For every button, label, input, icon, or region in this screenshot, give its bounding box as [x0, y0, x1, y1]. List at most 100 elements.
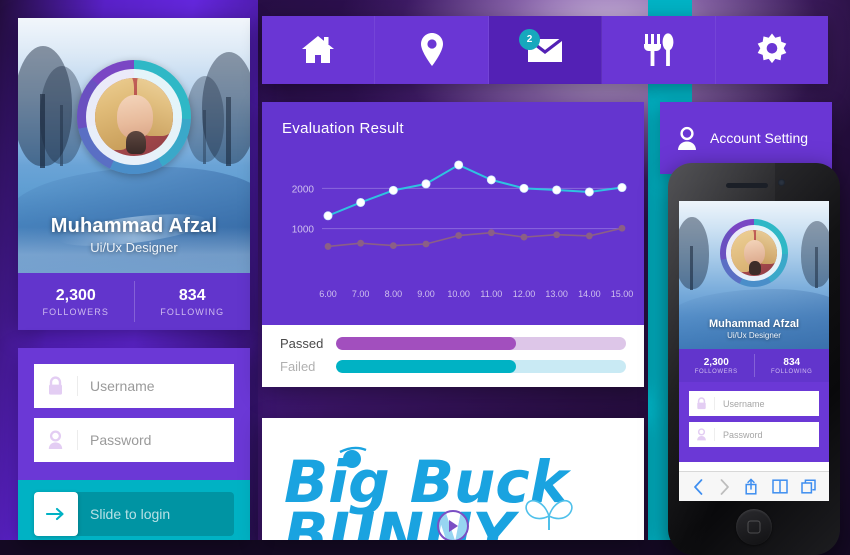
phone-safari-toolbar [679, 471, 829, 501]
username-row[interactable] [34, 364, 250, 408]
profile-role: Ui/Ux Designer [90, 240, 178, 255]
svg-text:14.00: 14.00 [578, 289, 601, 299]
phone-earpiece [726, 183, 768, 188]
phone-stat-followers: 2,300 FOLLOWERS [679, 349, 754, 382]
phone-username-row[interactable]: Username [689, 391, 819, 416]
share-icon[interactable] [744, 478, 758, 495]
nav-item-location[interactable] [375, 16, 489, 84]
phone-stat-followers-value: 2,300 [703, 356, 729, 368]
avatar[interactable] [77, 60, 191, 174]
cutlery-icon [644, 33, 674, 66]
location-pin-icon [420, 33, 443, 66]
phone-stat-following-value: 834 [783, 356, 801, 368]
svg-text:11.00: 11.00 [480, 289, 502, 299]
avatar-photo [95, 78, 173, 156]
svg-text:12.00: 12.00 [513, 289, 536, 299]
profile-card: Muhammad Afzal Ui/Ux Designer 2,300 FOLL… [18, 18, 250, 330]
svg-text:6.00: 6.00 [319, 289, 337, 299]
top-navigation-bar: 2 [262, 16, 829, 84]
phone-profile-role: Ui/Ux Designer [727, 331, 781, 340]
phone-screen: Muhammad Afzal Ui/Ux Designer 2,300 FOLL… [679, 201, 829, 501]
forward-chevron-icon [720, 478, 729, 495]
stat-following-label: FOLLOWING [160, 306, 225, 317]
decorative-tree [801, 221, 829, 289]
account-setting-title: Account Setting [710, 130, 809, 146]
lock-icon [34, 376, 78, 396]
passed-fill [336, 337, 516, 350]
stat-followers[interactable]: 2,300 FOLLOWERS [18, 273, 134, 330]
profile-cover-photo: Muhammad Afzal Ui/Ux Designer [18, 18, 250, 273]
play-button[interactable] [437, 510, 469, 540]
svg-text:8.00: 8.00 [385, 289, 403, 299]
profile-name: Muhammad Afzal [50, 215, 218, 237]
login-fields [18, 348, 250, 480]
svg-text:15.00: 15.00 [611, 289, 634, 299]
phone-home-square [747, 520, 761, 534]
phone-username-placeholder: Username [723, 398, 765, 409]
passed-label: Passed [280, 336, 324, 351]
stat-followers-value: 2,300 [55, 286, 96, 304]
user-icon [678, 126, 696, 150]
messages-badge: 2 [519, 29, 541, 50]
nav-item-settings[interactable] [715, 16, 829, 84]
bookmarks-icon[interactable] [772, 479, 788, 494]
profile-identity: Muhammad Afzal Ui/Ux Designer [18, 215, 250, 255]
stat-following-value: 834 [178, 286, 206, 304]
phone-profile-stats: 2,300 FOLLOWERS 834 FOLLOWING [679, 349, 829, 382]
avatar-microphone [126, 131, 147, 155]
arrow-right-icon [46, 507, 64, 521]
svg-text:2000: 2000 [292, 184, 315, 195]
play-icon [448, 520, 458, 532]
video-preview-card[interactable]: Big Buck BUNNY [262, 418, 644, 540]
svg-text:1000: 1000 [292, 225, 315, 236]
phone-mockup: Muhammad Afzal Ui/Ux Designer 2,300 FOLL… [668, 163, 840, 555]
phone-camera [778, 179, 785, 186]
phone-profile-name: Muhammad Afzal [708, 318, 800, 330]
svg-text:9.00: 9.00 [417, 289, 435, 299]
phone-password-row[interactable]: Password [689, 422, 819, 447]
progress-row-failed: Failed [280, 359, 626, 374]
decorative-tree [679, 217, 709, 291]
profile-stats: 2,300 FOLLOWERS 834 FOLLOWING [18, 273, 250, 330]
stat-followers-label: FOLLOWERS [42, 306, 109, 317]
phone-profile-identity: Muhammad Afzal Ui/Ux Designer [679, 318, 829, 340]
svg-text:10.00: 10.00 [447, 289, 470, 299]
pass-fail-bars: Passed Failed [262, 325, 644, 387]
svg-text:13.00: 13.00 [545, 289, 568, 299]
phone-login-fields: Username Password [679, 382, 829, 462]
phone-avatar-photo [731, 230, 777, 276]
chart-plot-area: Evaluation Result 1000 2000 6.00 7.00 8.00 9.… [262, 102, 644, 325]
progress-row-passed: Passed [280, 336, 626, 351]
evaluation-chart-card: Evaluation Result 1000 2000 6.00 7.00 8.00 9.… [262, 102, 644, 387]
nav-item-messages[interactable]: 2 [488, 16, 603, 84]
nav-item-food[interactable] [602, 16, 716, 84]
evaluation-line-chart: 1000 2000 6.00 7.00 8.00 9.00 10.00 11.00 12.00 1… [292, 160, 634, 299]
back-chevron-icon[interactable] [692, 478, 705, 495]
password-input[interactable] [78, 432, 250, 448]
decorative-tree [186, 76, 224, 164]
phone-stat-following: 834 FOLLOWING [755, 349, 830, 382]
butterfly-icon [525, 499, 573, 530]
home-icon [302, 36, 335, 63]
slide-to-login-area: Slide to login [18, 480, 250, 540]
tabs-icon[interactable] [801, 479, 816, 494]
failed-fill [336, 360, 516, 373]
failed-track [336, 360, 626, 373]
username-input[interactable] [78, 378, 250, 394]
lock-icon [689, 397, 715, 410]
phone-profile-cover: Muhammad Afzal Ui/Ux Designer [679, 201, 829, 349]
phone-avatar [720, 219, 788, 287]
phone-avatar-microphone [749, 261, 762, 276]
slide-to-login-track[interactable]: Slide to login [34, 492, 234, 536]
phone-stat-followers-label: FOLLOWERS [694, 368, 738, 375]
nav-item-home[interactable] [262, 16, 376, 84]
svg-text:7.00: 7.00 [352, 289, 370, 299]
stat-following[interactable]: 834 FOLLOWING [135, 273, 251, 330]
password-row[interactable] [34, 418, 250, 462]
login-card: Slide to login [18, 348, 250, 540]
slide-to-login-handle[interactable] [34, 492, 78, 536]
passed-track [336, 337, 626, 350]
gear-icon [757, 33, 787, 64]
failed-label: Failed [280, 359, 316, 374]
phone-password-placeholder: Password [723, 429, 763, 440]
